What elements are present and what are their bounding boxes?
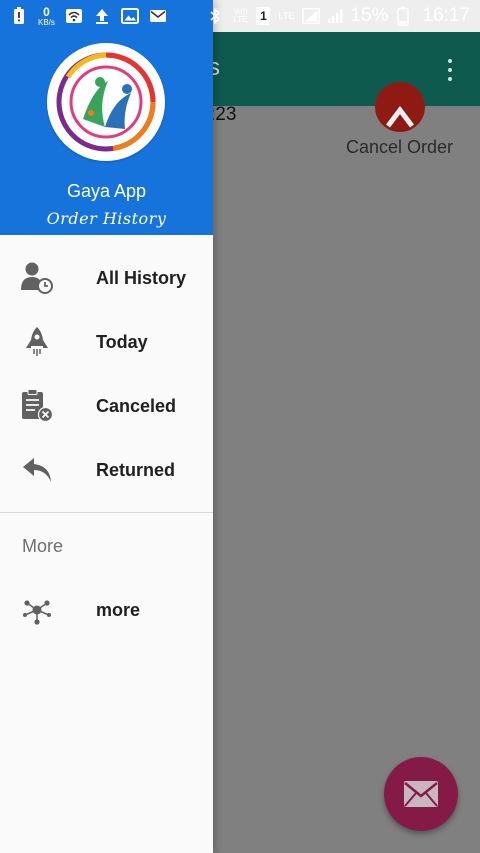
alert-battery-icon [10,7,28,25]
overflow-menu-icon[interactable] [444,56,456,84]
nav-item-returned[interactable]: Returned [0,438,213,502]
mail-icon [149,7,167,25]
network-speed-icon: 0 KB/s [38,6,55,27]
nav-item-more[interactable]: more [0,578,213,642]
navigation-drawer: Gaya App Order History All History Today… [0,0,213,853]
cell-bars-icon [326,7,344,25]
user-clock-icon [18,260,56,296]
status-bar: 0 KB/s Vo)) LTE 1 LTE 15% 16:17 [0,0,480,32]
battery-icon [394,6,412,26]
signal-icon [302,7,321,25]
clock: 16:17 [422,5,470,26]
order-time: :23 [210,104,237,125]
image-icon [120,7,139,25]
cancel-order-label: Cancel Order [346,137,454,157]
close-icon [386,105,414,128]
sim-1-icon: 1 [256,7,271,25]
nav-label-today: Today [96,332,148,352]
wifi-icon [65,7,83,25]
bluetooth-icon [206,7,224,25]
nav-label-returned: Returned [96,460,176,480]
clipboard-cancel-icon [18,388,56,424]
nav-item-canceled[interactable]: Canceled [0,374,213,438]
status-right-icons: Vo)) LTE 1 LTE 15% 16:17 [206,5,470,27]
nav-label-canceled: Canceled [96,396,177,416]
nav-label-all-history: All History [96,268,187,288]
upload-icon [93,7,111,25]
drawer-subtitle: Order History [46,209,167,228]
lte-icon: LTE [276,7,296,25]
lte-label: LTE [278,11,295,21]
gaya-logo-icon [56,52,156,152]
share-nodes-icon [18,592,56,628]
email-icon [404,781,438,807]
nav-label-more: more [96,600,141,620]
reply-icon [18,452,56,488]
network-speed-unit: KB/s [38,17,55,27]
battery-percent: 15% [350,5,389,26]
cancel-order-button[interactable] [375,82,425,132]
app-logo [47,43,165,161]
drawer-divider [0,512,213,513]
status-left-icons: 0 KB/s [10,6,167,27]
network-speed-value: 0 [43,4,50,19]
drawer-app-name: Gaya App [66,181,147,201]
nav-item-today[interactable]: Today [0,310,213,374]
rocket-icon [18,324,56,360]
nav-item-all-history[interactable]: All History [0,246,213,310]
sim-label: 1 [260,9,267,23]
volte-label: Vo)) LTE [233,7,248,24]
volte-icon: Vo)) LTE [230,7,250,25]
drawer-header: Gaya App Order History [0,0,213,235]
drawer-section-title: More [22,536,64,556]
email-fab-button[interactable] [384,757,458,831]
